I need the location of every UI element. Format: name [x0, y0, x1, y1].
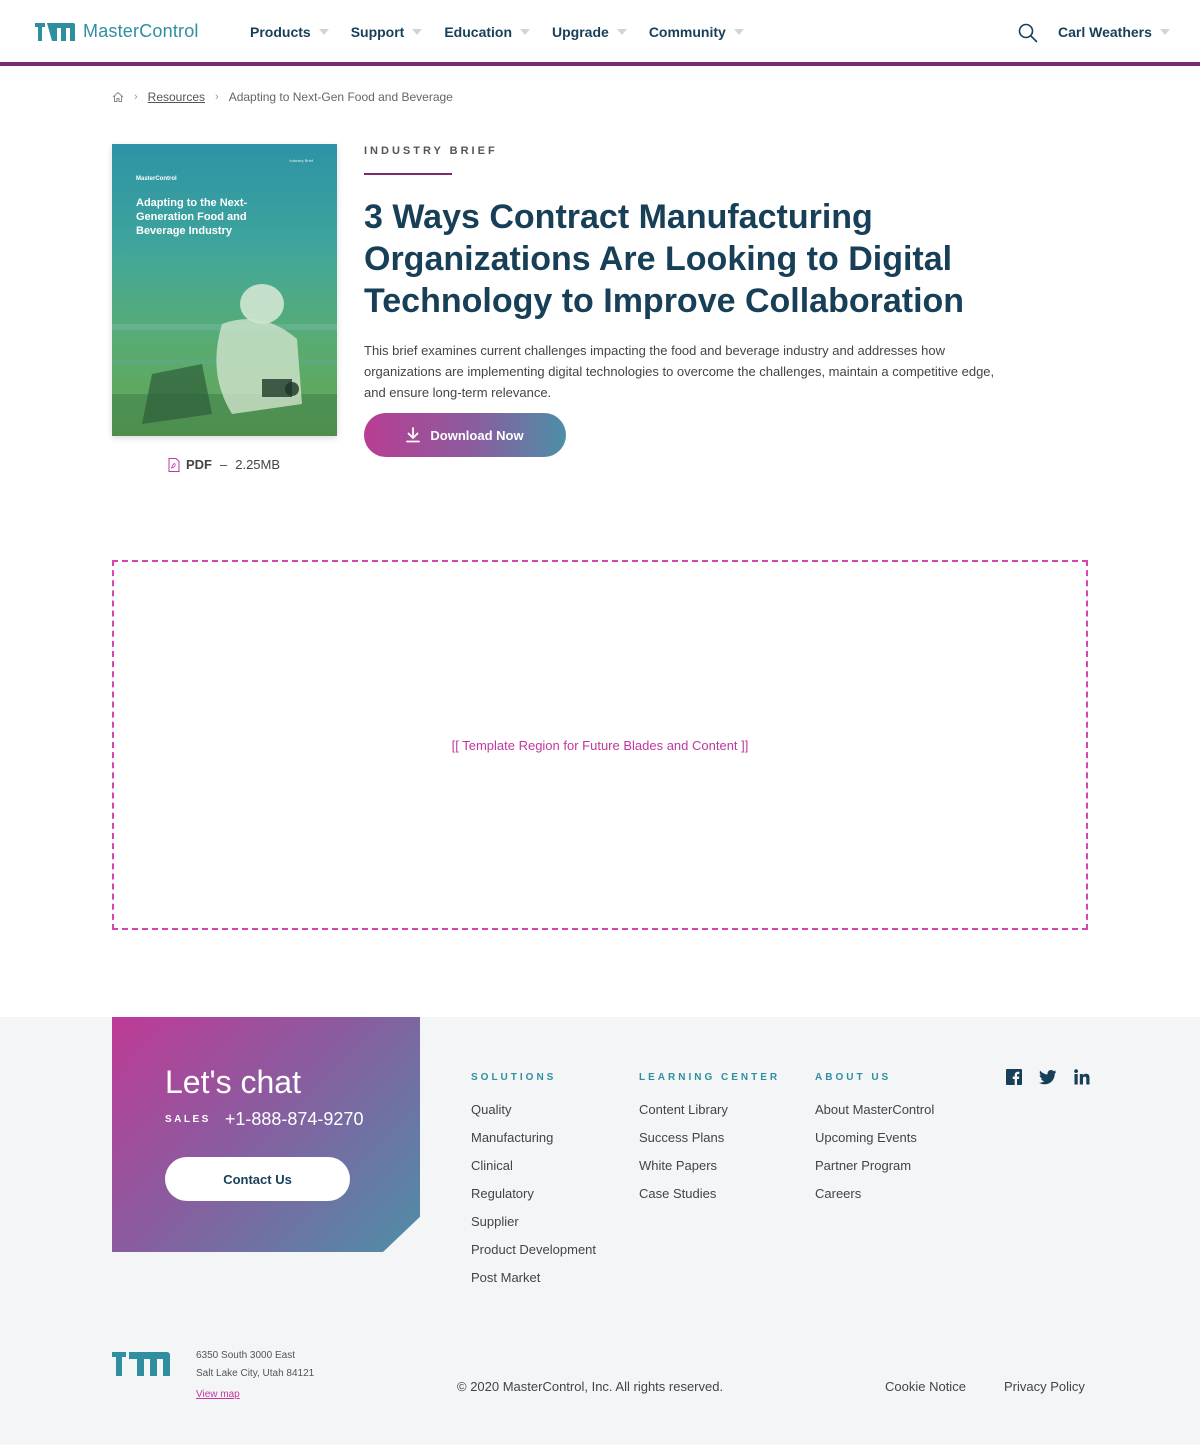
- pdf-file-icon: [168, 457, 180, 472]
- resource-cover-image: Industry Brief MasterControl Adapting to…: [112, 144, 337, 436]
- header-accent-bar: [0, 62, 1200, 66]
- breadcrumb-separator-icon: ›: [215, 91, 219, 103]
- twitter-icon[interactable]: [1039, 1069, 1057, 1085]
- footer-link[interactable]: Careers: [815, 1185, 934, 1213]
- linkedin-icon[interactable]: [1074, 1069, 1090, 1085]
- user-name: Carl Weathers: [1058, 24, 1152, 40]
- chat-panel: Let's chat SALES +1-888-874-9270 Contact…: [112, 1017, 420, 1252]
- contact-us-label: Contact Us: [223, 1171, 292, 1187]
- footer-link[interactable]: Manufacturing: [471, 1129, 596, 1157]
- address-line: Salt Lake City, Utah 84121: [196, 1368, 315, 1379]
- company-address: 6350 South 3000 East Salt Lake City, Uta…: [196, 1347, 314, 1404]
- download-button[interactable]: Download Now: [364, 413, 566, 457]
- footer-column-heading: SOLUTIONS: [471, 1072, 557, 1083]
- mastercontrol-logo-icon: [35, 23, 75, 41]
- sales-label: SALES: [165, 1114, 211, 1125]
- breadcrumb-current: Adapting to Next-Gen Food and Beverage: [228, 90, 453, 104]
- resource-eyebrow: INDUSTRY BRIEF: [364, 145, 498, 157]
- template-region: [[ Template Region for Future Blades and…: [112, 560, 1088, 930]
- home-icon[interactable]: [112, 91, 124, 103]
- page-title: 3 Ways Contract Manufacturing Organizati…: [364, 198, 965, 320]
- footer-link[interactable]: Case Studies: [639, 1185, 780, 1213]
- nav-community[interactable]: Community: [649, 24, 744, 40]
- social-links: [1006, 1069, 1107, 1085]
- chevron-down-icon: [318, 29, 329, 35]
- chevron-down-icon: [733, 29, 744, 35]
- footer-column-learning-center: LEARNING CENTER Content Library Success …: [639, 1072, 780, 1213]
- nav-label: Community: [648, 24, 726, 40]
- download-label: Download Now: [430, 427, 524, 443]
- nav-label: Support: [350, 24, 405, 40]
- footer-link[interactable]: Regulatory: [471, 1185, 596, 1213]
- footer-link[interactable]: Content Library: [639, 1101, 780, 1129]
- facebook-icon[interactable]: [1006, 1069, 1022, 1085]
- sales-phone[interactable]: +1-888-874-9270: [225, 1109, 364, 1130]
- nav-label: Upgrade: [552, 24, 609, 40]
- footer-link[interactable]: Success Plans: [639, 1129, 780, 1157]
- resource-description: This brief examines current challenges i…: [364, 343, 995, 400]
- brand-name: MasterControl: [83, 20, 199, 41]
- view-map-link[interactable]: View map: [196, 1386, 314, 1404]
- search-icon[interactable]: [1018, 23, 1038, 43]
- cover-brand: MasterControl: [136, 176, 177, 182]
- footer-column-solutions: SOLUTIONS Quality Manufacturing Clinical…: [471, 1072, 596, 1297]
- sales-contact: SALES +1-888-874-9270: [165, 1109, 363, 1130]
- footer-link[interactable]: Supplier: [471, 1213, 596, 1241]
- nav-education[interactable]: Education: [444, 24, 531, 40]
- file-separator: –: [220, 457, 228, 472]
- nav-support[interactable]: Support: [351, 24, 423, 40]
- nav-products[interactable]: Products: [250, 24, 329, 40]
- nav-upgrade[interactable]: Upgrade: [552, 24, 627, 40]
- site-header: MasterControl Products Support Education…: [0, 0, 1200, 62]
- eyebrow-divider: [364, 173, 452, 175]
- cookie-notice-link[interactable]: Cookie Notice: [885, 1379, 966, 1394]
- contact-us-button[interactable]: Contact Us: [165, 1157, 350, 1201]
- download-icon: [406, 427, 421, 443]
- footer-link[interactable]: Upcoming Events: [815, 1129, 934, 1157]
- site-footer: Let's chat SALES +1-888-874-9270 Contact…: [0, 1017, 1200, 1445]
- footer-column-about-us: ABOUT US About MasterControl Upcoming Ev…: [815, 1072, 934, 1213]
- chevron-down-icon: [616, 29, 627, 35]
- footer-column-heading: ABOUT US: [815, 1072, 892, 1083]
- user-menu[interactable]: Carl Weathers: [1058, 24, 1170, 40]
- template-region-text: [[ Template Region for Future Blades and…: [451, 737, 749, 753]
- address-line: 6350 South 3000 East: [196, 1350, 295, 1361]
- footer-link[interactable]: Partner Program: [815, 1157, 934, 1185]
- mastercontrol-footer-logo-icon: [112, 1352, 170, 1376]
- footer-link[interactable]: White Papers: [639, 1157, 780, 1185]
- footer-column-heading: LEARNING CENTER: [639, 1072, 781, 1083]
- chevron-down-icon: [1159, 29, 1170, 35]
- nav-label: Products: [250, 24, 311, 40]
- file-info: PDF – 2.25MB: [168, 457, 280, 472]
- breadcrumb-separator-icon: ›: [134, 91, 138, 103]
- main-nav: Products Support Education Upgrade Commu…: [250, 24, 766, 40]
- footer-link[interactable]: Product Development: [471, 1241, 596, 1269]
- footer-link[interactable]: Clinical: [471, 1157, 596, 1185]
- nav-label: Education: [444, 24, 513, 40]
- footer-link[interactable]: Quality: [471, 1101, 596, 1129]
- file-type: PDF: [186, 457, 212, 472]
- chevron-down-icon: [520, 29, 531, 35]
- chevron-down-icon: [412, 29, 423, 35]
- brand-logo[interactable]: MasterControl: [35, 20, 199, 42]
- privacy-policy-link[interactable]: Privacy Policy: [1004, 1379, 1085, 1394]
- breadcrumb-resources-link[interactable]: Resources: [148, 90, 205, 104]
- cover-tag: Industry Brief: [289, 158, 313, 163]
- lab-worker-photo: [112, 264, 337, 436]
- footer-link[interactable]: About MasterControl: [815, 1101, 934, 1129]
- breadcrumb: › Resources › Adapting to Next-Gen Food …: [112, 90, 453, 104]
- file-size: 2.25MB: [235, 457, 281, 472]
- copyright: © 2020 MasterControl, Inc. All rights re…: [457, 1379, 724, 1394]
- footer-link[interactable]: Post Market: [471, 1269, 596, 1297]
- cover-title: Adapting to the Next-Generation Food and…: [136, 197, 248, 237]
- chat-title: Let's chat: [165, 1064, 301, 1100]
